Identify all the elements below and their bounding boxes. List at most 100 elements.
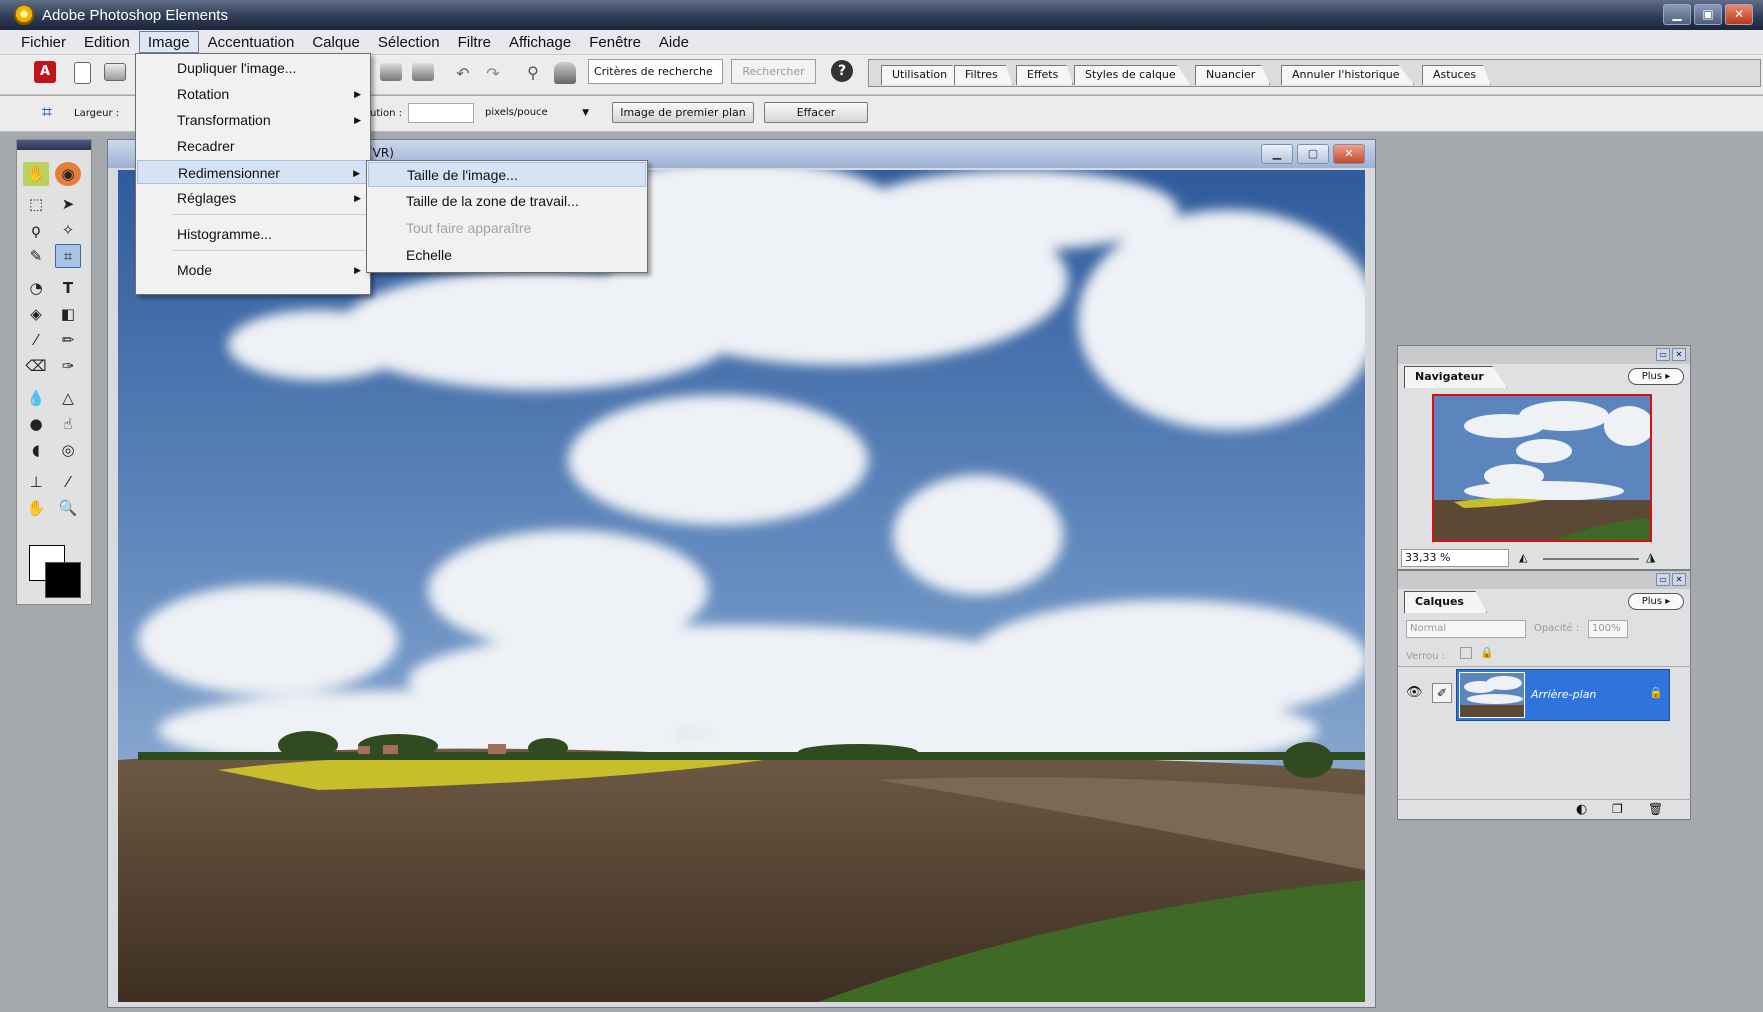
history-brush-tool-icon[interactable]: ✑ [55,354,81,378]
zoom-slider[interactable] [1543,558,1639,560]
tab-utilisation[interactable]: Utilisation [881,65,963,85]
eraser-tool-icon[interactable]: ⌫ [23,354,49,378]
search-button[interactable]: Rechercher [731,59,816,84]
background-color-swatch[interactable] [45,562,81,598]
acrobat-icon[interactable]: A [34,61,56,83]
print-preview-icon[interactable] [412,63,434,81]
doc-minimize-button[interactable]: ▁ [1261,144,1293,164]
front-image-button[interactable]: Image de premier plan [612,102,754,123]
zoom-in-icon[interactable]: ◮ [1646,550,1655,564]
doc-close-button[interactable]: ✕ [1333,144,1365,164]
red-eye-tool-icon[interactable]: ◔ [23,276,49,300]
menu-item-redimensionner[interactable]: Redimensionner ▶ [137,160,369,184]
trash-icon[interactable]: 🗑 [1648,802,1663,816]
menu-item-dupliquer[interactable]: Dupliquer l'image... [137,56,369,80]
menu-aide[interactable]: Aide [650,31,698,53]
marquee-tool-icon[interactable]: ⬚ [23,192,49,216]
menu-fenetre[interactable]: Fenêtre [580,31,650,53]
eye-tool-icon[interactable]: ◉ [55,162,81,186]
brush-tool-icon[interactable]: ⁄ [23,328,49,352]
dodge-tool-icon[interactable]: ◖ [23,438,49,462]
pencil-tool-icon[interactable]: ✏ [55,328,81,352]
menu-edition[interactable]: Edition [75,31,139,53]
paint-bucket-tool-icon[interactable]: ◈ [23,302,49,326]
open-file-icon[interactable] [104,63,126,81]
submenu-item-echelle[interactable]: Echelle [368,243,646,268]
layer-row-arriere-plan[interactable]: Arrière-plan 🔒 [1456,669,1670,721]
units-select[interactable]: pixels/pouce ▼ [480,103,596,123]
tab-astuces[interactable]: Astuces [1422,65,1492,85]
navigator-more-button[interactable]: Plus ▸ [1628,368,1684,385]
menu-fichier[interactable]: Fichier [12,31,75,53]
tab-effets[interactable]: Effets [1016,65,1074,85]
menu-item-histogramme[interactable]: Histogramme... [137,222,369,246]
brush-selection-tool-icon[interactable]: ✎ [23,244,49,268]
menu-item-reglages[interactable]: Réglages ▶ [137,186,369,210]
minimize-button[interactable]: ▁ [1663,4,1691,25]
zoom-out-icon[interactable]: ◭ [1519,551,1527,564]
sharpen-tool-icon[interactable]: △ [55,386,81,410]
resolution-field[interactable] [408,103,474,123]
print-icon[interactable] [380,63,402,81]
help-icon[interactable]: ? [831,60,853,82]
panel-close-button[interactable]: ✕ [1672,573,1686,586]
submenu-item-taille-image[interactable]: Taille de l'image... [368,162,646,187]
visibility-eye-icon[interactable]: 👁 [1406,685,1423,700]
burn-tool-icon[interactable]: ◎ [55,438,81,462]
tab-nuancier[interactable]: Nuancier [1195,65,1271,85]
menu-affichage[interactable]: Affichage [500,31,580,53]
opacity-field[interactable]: 100% [1588,620,1628,638]
clear-button[interactable]: Effacer [764,102,868,123]
move-tool-icon[interactable]: ➤ [55,192,81,216]
lock-transparency-icon[interactable] [1460,647,1472,659]
step-icon[interactable]: ⚲ [522,62,544,84]
menu-calque[interactable]: Calque [303,31,369,53]
maximize-button[interactable]: ▣ [1694,4,1722,25]
doc-maximize-button[interactable]: ▢ [1297,144,1329,164]
move-hand-tool-icon[interactable]: ✋ [23,162,49,186]
close-button[interactable]: ✕ [1725,4,1753,25]
new-layer-icon[interactable]: ❐ [1612,802,1623,816]
hand-tool-icon[interactable]: ✋ [23,496,49,520]
blend-mode-select[interactable]: Normal [1406,620,1526,638]
panel-minimize-button[interactable]: ▭ [1656,573,1670,586]
menu-item-rotation[interactable]: Rotation ▶ [137,82,369,106]
tab-styles-de-calque[interactable]: Styles de calque [1074,65,1191,85]
clone-stamp-tool-icon[interactable]: ⊥ [23,470,49,494]
magic-wand-tool-icon[interactable]: ✧ [55,218,81,242]
navigator-thumbnail[interactable] [1432,394,1652,542]
gradient-tool-icon[interactable]: ◧ [55,302,81,326]
submenu-item-taille-zone-travail[interactable]: Taille de la zone de travail... [368,189,646,214]
menu-image[interactable]: Image [138,31,199,53]
type-tool-icon[interactable]: T [55,276,81,300]
zoom-tool-icon[interactable]: 🔍 [55,496,81,520]
lock-all-icon[interactable]: 🔒 [1480,646,1494,659]
layers-scrollbar[interactable] [1676,671,1686,791]
search-input[interactable]: Critères de recherche [588,59,723,84]
panel-close-button[interactable]: ✕ [1672,348,1686,361]
blur-tool-icon[interactable]: 💧 [23,386,49,410]
zoom-field[interactable]: 33,33 % [1401,549,1509,567]
menu-item-mode[interactable]: Mode ▶ [137,258,369,282]
lasso-tool-icon[interactable]: ϙ [23,218,49,242]
tab-filtres[interactable]: Filtres [954,65,1013,85]
adjustment-layer-icon[interactable]: ◐ [1576,802,1587,817]
undo-icon[interactable]: ↶ [452,63,474,85]
new-file-icon[interactable] [74,62,91,84]
layers-more-button[interactable]: Plus ▸ [1628,593,1684,610]
panel-minimize-button[interactable]: ▭ [1656,348,1670,361]
layers-tab[interactable]: Calques [1404,591,1487,613]
file-browser-icon[interactable] [554,62,576,84]
eyedropper-tool-icon[interactable]: ⁄ [55,470,81,494]
menu-item-recadrer[interactable]: Recadrer [137,134,369,158]
link-brush-icon[interactable]: ✐ [1432,683,1452,703]
crop-tool-button-icon[interactable]: ⌗ [55,244,81,268]
tab-annuler-historique[interactable]: Annuler l'historique [1281,65,1415,85]
menu-filtre[interactable]: Filtre [449,31,500,53]
menu-accentuation[interactable]: Accentuation [199,31,304,53]
menu-selection[interactable]: Sélection [369,31,449,53]
smudge-tool-icon[interactable]: ☝ [55,412,81,436]
navigator-tab[interactable]: Navigateur [1404,366,1507,388]
redo-icon[interactable]: ↷ [482,63,504,85]
menu-item-transformation[interactable]: Transformation ▶ [137,108,369,132]
